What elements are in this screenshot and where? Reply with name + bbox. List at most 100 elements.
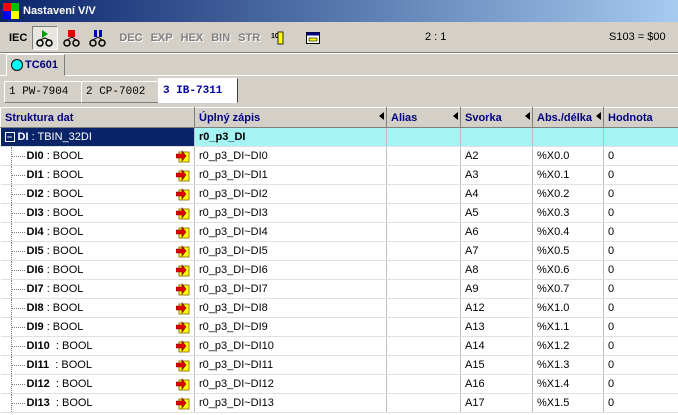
value-cell[interactable]: 0 [603,355,678,375]
alias-cell[interactable] [386,279,461,299]
value-cell[interactable]: 0 [603,222,678,242]
alias-cell[interactable] [386,317,461,337]
value-cell[interactable]: 0 [603,260,678,280]
value-cell[interactable]: 0 [603,203,678,223]
stop-io-icon[interactable] [60,27,84,49]
abs-cell: %X1.2 [532,336,604,356]
table-row[interactable]: DI11 : BOOL r0_p3_DI~DI11 A15 %X1.3 0 [0,355,678,375]
value-cell[interactable]: 0 [603,241,678,261]
value-cell[interactable]: 0 [603,393,678,413]
table-row[interactable]: DI8 : BOOL r0_p3_DI~DI8 A12 %X1.0 0 [0,298,678,318]
pause-io-icon[interactable] [86,27,110,49]
full-name-cell[interactable]: r0_p3_DI~DI8 [194,298,387,318]
alias-cell[interactable] [386,355,461,375]
str-button[interactable]: STR [235,27,263,49]
table-row[interactable]: DI10 : BOOL r0_p3_DI~DI10 A14 %X1.2 0 [0,336,678,356]
collapse-icon[interactable]: − [4,132,15,143]
header-uplny-zapis[interactable]: Úplný zápis [194,107,387,128]
table-row[interactable]: DI4 : BOOL r0_p3_DI~DI4 A6 %X0.4 0 [0,222,678,242]
group-row[interactable]: − DI : TBIN_32DI r0_p3_DI [0,127,678,147]
map-arrow-icon [176,302,190,315]
tab-cp-7002[interactable]: 2 CP-7002 [81,81,163,103]
header-hodnota[interactable]: Hodnota [603,107,678,128]
header-svorka[interactable]: Svorka [460,107,533,128]
structure-cell[interactable]: DI11 : BOOL [0,355,195,375]
window-icon[interactable] [301,27,325,49]
full-name-cell[interactable]: r0_p3_DI~DI4 [194,222,387,242]
iec-button[interactable]: IEC [6,27,30,49]
value-cell[interactable]: 0 [603,279,678,299]
full-name-cell[interactable]: r0_p3_DI~DI5 [194,241,387,261]
table-row[interactable]: DI0 : BOOL r0_p3_DI~DI0 A2 %X0.0 0 [0,146,678,166]
table-row[interactable]: DI13 : BOOL r0_p3_DI~DI13 A17 %X1.5 0 [0,393,678,413]
table-row[interactable]: DI3 : BOOL r0_p3_DI~DI3 A5 %X0.3 0 [0,203,678,223]
table-row[interactable]: DI7 : BOOL r0_p3_DI~DI7 A9 %X0.7 0 [0,279,678,299]
alias-cell[interactable] [386,298,461,318]
value-cell[interactable]: 0 [603,146,678,166]
alias-cell[interactable] [386,374,461,394]
value-cell[interactable]: 0 [603,336,678,356]
alias-cell[interactable] [386,260,461,280]
structure-cell[interactable]: DI1 : BOOL [0,165,195,185]
structure-cell[interactable]: DI6 : BOOL [0,260,195,280]
structure-cell[interactable]: DI10 : BOOL [0,336,195,356]
table-row[interactable]: DI1 : BOOL r0_p3_DI~DI1 A3 %X0.1 0 [0,165,678,185]
table-row[interactable]: DI9 : BOOL r0_p3_DI~DI9 A13 %X1.1 0 [0,317,678,337]
dec-button[interactable]: DEC [116,27,145,49]
full-name-cell[interactable]: r0_p3_DI~DI7 [194,279,387,299]
structure-cell[interactable]: DI0 : BOOL [0,146,195,166]
value-cell[interactable]: 0 [603,298,678,318]
full-name-cell[interactable]: r0_p3_DI~DI0 [194,146,387,166]
structure-cell[interactable]: DI7 : BOOL [0,279,195,299]
structure-cell[interactable]: DI8 : BOOL [0,298,195,318]
structure-cell[interactable]: DI3 : BOOL [0,203,195,223]
full-name-cell[interactable]: r0_p3_DI~DI2 [194,184,387,204]
table-row[interactable]: DI12 : BOOL r0_p3_DI~DI12 A16 %X1.4 0 [0,374,678,394]
header-struktura[interactable]: Struktura dat [0,107,195,128]
value-cell[interactable]: 0 [603,184,678,204]
alias-cell[interactable] [386,146,461,166]
alias-cell[interactable] [386,222,461,242]
value-cell[interactable]: 0 [603,317,678,337]
alias-cell[interactable] [386,241,461,261]
structure-cell[interactable]: DI4 : BOOL [0,222,195,242]
row-name: DI6 [26,263,44,276]
column-arrow-icon [453,112,458,120]
structure-cell[interactable]: DI12 : BOOL [0,374,195,394]
structure-cell[interactable]: DI9 : BOOL [0,317,195,337]
alias-cell[interactable] [386,165,461,185]
value-cell[interactable]: 0 [603,374,678,394]
group-structure-cell[interactable]: − DI : TBIN_32DI [0,127,195,147]
table-row[interactable]: DI2 : BOOL r0_p3_DI~DI2 A4 %X0.2 0 [0,184,678,204]
bin-button[interactable]: BIN [208,27,233,49]
full-name-cell[interactable]: r0_p3_DI~DI13 [194,393,387,413]
value-cell[interactable]: 0 [603,165,678,185]
hex-button[interactable]: HEX [178,27,207,49]
table-row[interactable]: DI6 : BOOL r0_p3_DI~DI6 A8 %X0.6 0 [0,260,678,280]
full-name-cell[interactable]: r0_p3_DI~DI10 [194,336,387,356]
table-row[interactable]: DI5 : BOOL r0_p3_DI~DI5 A7 %X0.5 0 [0,241,678,261]
bit-format-icon[interactable]: 10 [265,27,289,49]
group-alias-cell[interactable] [386,127,461,147]
structure-cell[interactable]: DI2 : BOOL [0,184,195,204]
full-name-cell[interactable]: r0_p3_DI~DI6 [194,260,387,280]
tab-ib-7311[interactable]: 3 IB-7311 [158,78,238,103]
header-alias[interactable]: Alias [386,107,461,128]
full-name-cell[interactable]: r0_p3_DI~DI3 [194,203,387,223]
tab-pw-7904[interactable]: 1 PW-7904 [4,81,86,103]
structure-cell[interactable]: DI13 : BOOL [0,393,195,413]
alias-cell[interactable] [386,184,461,204]
alias-cell[interactable] [386,336,461,356]
full-name-cell[interactable]: r0_p3_DI~DI11 [194,355,387,375]
alias-cell[interactable] [386,203,461,223]
structure-cell[interactable]: DI5 : BOOL [0,241,195,261]
header-abs-delka[interactable]: Abs./délka [532,107,604,128]
group-full-cell[interactable]: r0_p3_DI [194,127,387,147]
tab-tc601[interactable]: TC601 [6,54,66,76]
run-io-icon[interactable] [32,26,59,50]
alias-cell[interactable] [386,393,461,413]
full-name-cell[interactable]: r0_p3_DI~DI1 [194,165,387,185]
full-name-cell[interactable]: r0_p3_DI~DI12 [194,374,387,394]
exp-button[interactable]: EXP [148,27,176,49]
full-name-cell[interactable]: r0_p3_DI~DI9 [194,317,387,337]
